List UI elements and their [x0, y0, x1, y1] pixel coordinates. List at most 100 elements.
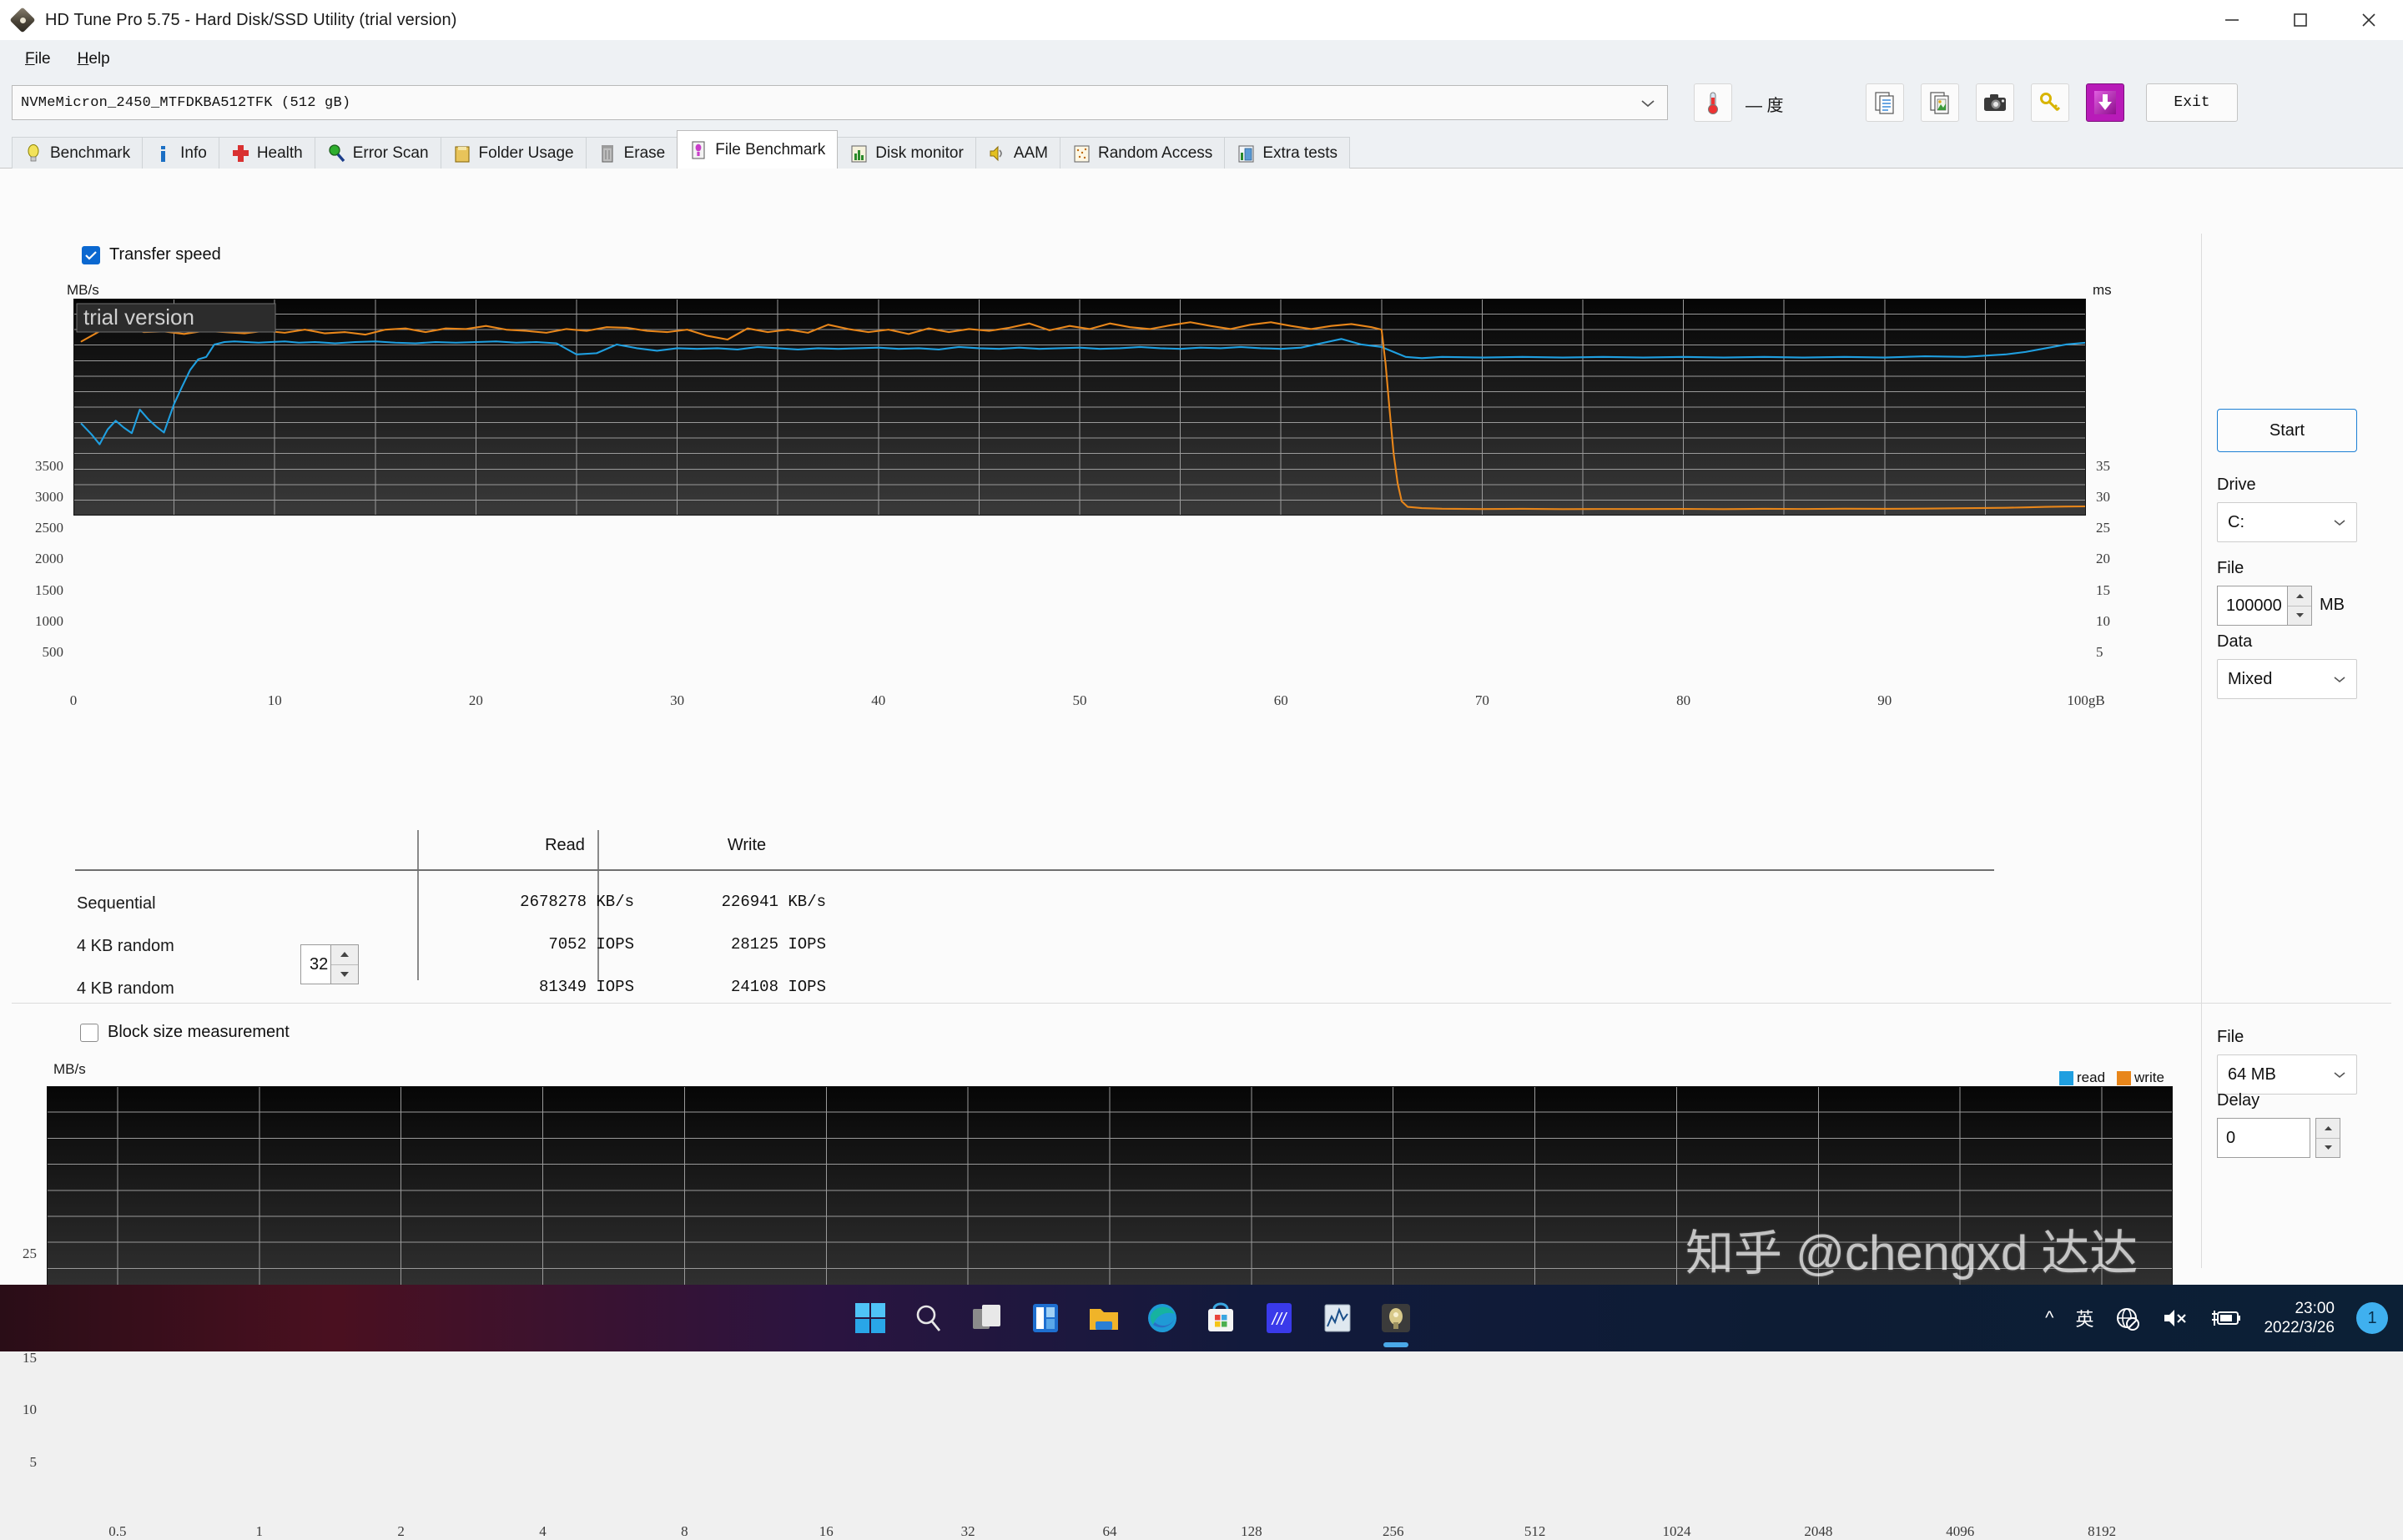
y-tick: 10: [23, 1402, 37, 1418]
data-pattern-select[interactable]: Mixed: [2217, 659, 2357, 699]
widgets-icon[interactable]: [1026, 1299, 1065, 1337]
camera-icon: [1984, 94, 2006, 111]
thermometer-icon-button[interactable]: [1694, 83, 1732, 122]
y-tick: 2500: [35, 520, 63, 536]
camera-button[interactable]: [1976, 83, 2014, 122]
bulb-icon: [24, 143, 43, 164]
start-icon[interactable]: [851, 1299, 889, 1337]
queue-depth-stepper[interactable]: [330, 944, 359, 984]
task-view-icon[interactable]: [968, 1299, 1006, 1337]
drive-letter-select[interactable]: C:: [2217, 502, 2357, 542]
copy-text-button[interactable]: [1866, 83, 1904, 122]
y2-tick: 30: [2096, 489, 2110, 506]
tab-disk-monitor[interactable]: Disk monitor: [837, 137, 976, 169]
x-tick: 70: [1474, 692, 1489, 708]
x-tick: 8192: [2088, 1523, 2117, 1539]
menu-file[interactable]: File: [12, 47, 64, 72]
x-tick: 0: [69, 692, 78, 708]
microsoft-store-icon[interactable]: [1202, 1299, 1240, 1337]
stepper-down-icon[interactable]: [331, 965, 358, 984]
y-tick: 25: [23, 1246, 37, 1261]
stepper-up-icon[interactable]: [2316, 1119, 2340, 1139]
exit-button[interactable]: Exit: [2146, 83, 2238, 122]
transfer-speed-label: Transfer speed: [109, 245, 221, 264]
search-icon[interactable]: [909, 1299, 948, 1337]
minimize-button[interactable]: [2198, 0, 2266, 40]
close-button[interactable]: [2335, 0, 2403, 40]
chart-app-icon[interactable]: [1318, 1299, 1357, 1337]
ime-indicator[interactable]: 英: [2075, 1305, 2093, 1331]
menu-help[interactable]: Help: [64, 47, 123, 72]
stepper-down-icon[interactable]: [2288, 606, 2311, 626]
delay-label: Delay: [2217, 1091, 2260, 1110]
block-size-checkbox[interactable]: Block size measurement: [80, 1023, 290, 1042]
edge-icon[interactable]: [1143, 1299, 1181, 1337]
x-tick: 10: [267, 692, 282, 708]
tab-aam[interactable]: AAM: [975, 137, 1061, 169]
block-file-select[interactable]: 64 MB: [2217, 1054, 2357, 1095]
y-tick: 2000: [35, 551, 63, 567]
tab-erase[interactable]: Erase: [585, 137, 678, 169]
dots-icon: [1072, 143, 1091, 164]
volume-muted-icon[interactable]: [2162, 1306, 2189, 1331]
file-size-stepper[interactable]: [2287, 586, 2312, 626]
block-graph-legend: read write: [2059, 1069, 2164, 1086]
file-explorer-icon[interactable]: [1085, 1299, 1123, 1337]
row-label: Sequential: [77, 894, 156, 913]
copy-image-button[interactable]: [1921, 83, 1959, 122]
row-label: 4 KB random: [77, 937, 174, 955]
copy-image-icon: [1930, 92, 1949, 114]
hard-disk-icon: [9, 7, 36, 33]
tab-error-scan[interactable]: Error Scan: [314, 137, 441, 169]
start-button[interactable]: Start: [2217, 409, 2357, 452]
x-tick: 16: [819, 1523, 834, 1539]
tab-folder-usage[interactable]: Folder Usage: [440, 137, 587, 169]
delay-stepper[interactable]: [2315, 1118, 2340, 1158]
stepper-up-icon[interactable]: [2288, 586, 2311, 606]
svg-text:trial version: trial version: [83, 304, 194, 330]
keys-button[interactable]: [2031, 83, 2069, 122]
download-button[interactable]: [2086, 83, 2124, 122]
title-bar: HD Tune Pro 5.75 - Hard Disk/SSD Utility…: [0, 0, 2403, 40]
tab-label: Extra tests: [1262, 143, 1338, 162]
tab-random-access[interactable]: Random Access: [1060, 137, 1226, 169]
tab-info[interactable]: Info: [142, 137, 219, 169]
row-write: 24108 IOPS: [730, 978, 826, 996]
network-offline-icon[interactable]: [2115, 1306, 2140, 1331]
x-tick: 1: [255, 1523, 264, 1539]
chevron-down-icon: [1640, 98, 1655, 113]
notification-badge[interactable]: 1: [2356, 1302, 2388, 1334]
transfer-speed-graph[interactable]: trial version: [73, 299, 2086, 516]
app-m-icon[interactable]: ///: [1260, 1299, 1298, 1337]
tray-chevron-icon[interactable]: ^: [2045, 1307, 2053, 1329]
table-row: 4 KB random 7052 IOPS 28125 IOPS: [67, 927, 2061, 969]
tab-extra-tests[interactable]: Extra tests: [1224, 137, 1351, 169]
row-read: 2678278 KB/s: [520, 893, 634, 911]
tab-file-benchmark[interactable]: File Benchmark: [677, 130, 839, 169]
extra-icon: [1237, 143, 1255, 164]
y-tick: 5: [29, 1453, 38, 1470]
hdtune-icon[interactable]: [1377, 1299, 1415, 1347]
stepper-up-icon[interactable]: [331, 945, 358, 965]
file-bench-icon: [689, 140, 708, 160]
x-tick: 4096: [1946, 1523, 1975, 1539]
x-tick: 128: [1241, 1523, 1262, 1539]
file-size-unit: MB: [2320, 596, 2345, 614]
transfer-speed-checkbox[interactable]: Transfer speed: [82, 245, 221, 264]
battery-charging-icon[interactable]: [2210, 1307, 2242, 1329]
queue-depth-value: 32: [310, 954, 329, 974]
legend-swatch-write: [2117, 1070, 2132, 1085]
y-tick: 500: [42, 643, 64, 660]
tab-health[interactable]: Health: [218, 137, 315, 169]
tab-benchmark[interactable]: Benchmark: [12, 137, 144, 169]
delay-input[interactable]: 0: [2217, 1118, 2310, 1158]
drive-select[interactable]: NVMeMicron_2450_MTFDKBA512TFK (512 gB): [12, 85, 1668, 120]
panel-divider: [2201, 234, 2202, 1268]
stepper-down-icon[interactable]: [2316, 1139, 2340, 1158]
drive-label: Drive: [2217, 476, 2256, 494]
x-tick: 0.5: [108, 1523, 127, 1539]
download-arrow-icon: [2094, 91, 2116, 114]
clock[interactable]: 23:00 2022/3/26: [2264, 1299, 2335, 1337]
maximize-button[interactable]: [2266, 0, 2335, 40]
thermometer-icon: [1708, 92, 1718, 114]
